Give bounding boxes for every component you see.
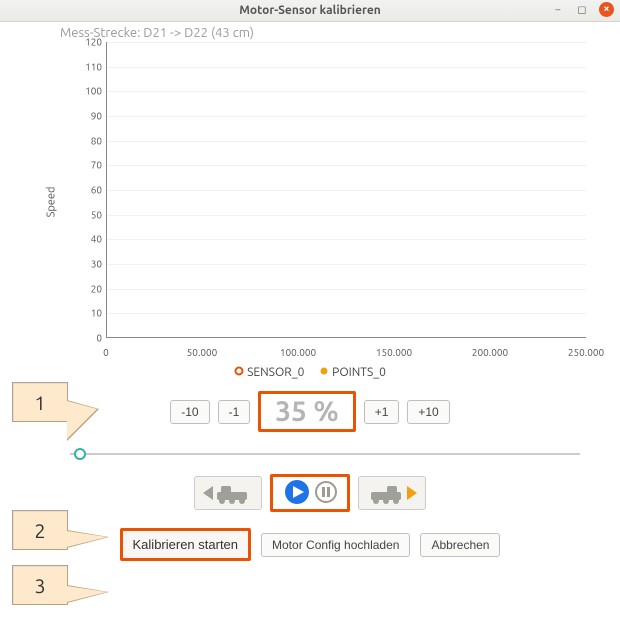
- slider-track: [70, 453, 580, 455]
- y-grid: [106, 67, 586, 68]
- speed-unit: %: [314, 396, 339, 427]
- legend-item-sensor: SENSOR_0: [234, 366, 307, 379]
- x-tick: 150.000: [376, 347, 412, 358]
- calibrate-button[interactable]: Kalibrieren starten: [120, 528, 252, 561]
- y-grid: [106, 239, 586, 240]
- y-tick: 110: [66, 61, 102, 72]
- y-grid: [106, 165, 586, 166]
- play-icon: [283, 478, 311, 506]
- slider-thumb[interactable]: [74, 448, 86, 460]
- train-right-icon: [367, 482, 417, 504]
- y-tick: 0: [66, 333, 102, 344]
- y-tick: 120: [66, 37, 102, 48]
- y-tick: 80: [66, 135, 102, 146]
- chart-area: Speed 0102030405060708090100110120050.00…: [6, 42, 614, 362]
- speed-slider[interactable]: [70, 446, 580, 462]
- x-tick: 0: [103, 347, 109, 358]
- play-button[interactable]: [283, 478, 311, 509]
- maximize-icon[interactable]: ◻: [575, 3, 589, 17]
- speed-value-display: 35 %: [258, 391, 355, 432]
- window-title: Motor-Sensor kalibrieren: [0, 4, 620, 17]
- window-controls: − ◻ ×: [551, 2, 614, 17]
- y-axis-label: Speed: [45, 187, 57, 218]
- speed-plus-1-button[interactable]: +1: [364, 400, 400, 424]
- close-icon[interactable]: ×: [599, 2, 614, 17]
- forward-button[interactable]: [358, 476, 426, 510]
- y-tick: 90: [66, 111, 102, 122]
- callout-3: 3: [12, 565, 68, 605]
- legend-label: SENSOR_0: [247, 366, 304, 379]
- y-grid: [106, 42, 586, 43]
- train-left-icon: [203, 482, 253, 504]
- x-tick: 200.000: [472, 347, 508, 358]
- x-tick: 50.000: [187, 347, 218, 358]
- x-tick: 100.000: [280, 347, 316, 358]
- minimize-icon[interactable]: −: [551, 3, 565, 17]
- y-tick: 60: [66, 185, 102, 196]
- y-tick: 10: [66, 308, 102, 319]
- y-grid: [106, 91, 586, 92]
- y-grid: [106, 215, 586, 216]
- speed-minus-1-button[interactable]: -1: [218, 400, 251, 424]
- callout-1: 1: [12, 382, 68, 422]
- y-tick: 30: [66, 259, 102, 270]
- speed-plus-10-button[interactable]: +10: [407, 400, 449, 424]
- legend-item-points: POINTS_0: [319, 366, 386, 379]
- x-tick: 250.000: [568, 347, 604, 358]
- y-tick: 70: [66, 160, 102, 171]
- legend-label: POINTS_0: [332, 366, 386, 379]
- pause-icon: [315, 481, 337, 503]
- y-tick: 40: [66, 234, 102, 245]
- play-pause-group: [270, 474, 350, 512]
- y-grid: [106, 116, 586, 117]
- y-tick: 100: [66, 86, 102, 97]
- callout-2: 2: [12, 510, 68, 550]
- y-grid: [106, 264, 586, 265]
- direction-controls: [0, 474, 620, 512]
- speed-value: 35: [275, 396, 307, 427]
- reverse-button[interactable]: [194, 476, 262, 510]
- y-tick: 50: [66, 209, 102, 220]
- speed-minus-10-button[interactable]: -10: [170, 400, 209, 424]
- cancel-button[interactable]: Abbrechen: [420, 533, 500, 557]
- y-grid: [106, 313, 586, 314]
- upload-config-button[interactable]: Motor Config hochladen: [261, 533, 410, 557]
- circle-icon: [319, 366, 329, 379]
- chart-legend: SENSOR_0 POINTS_0: [0, 366, 620, 379]
- circle-open-icon: [234, 366, 244, 379]
- y-grid: [106, 141, 586, 142]
- titlebar: Motor-Sensor kalibrieren − ◻ ×: [0, 0, 620, 22]
- y-grid: [106, 190, 586, 191]
- pause-button[interactable]: [315, 481, 337, 506]
- y-tick: 20: [66, 283, 102, 294]
- y-grid: [106, 289, 586, 290]
